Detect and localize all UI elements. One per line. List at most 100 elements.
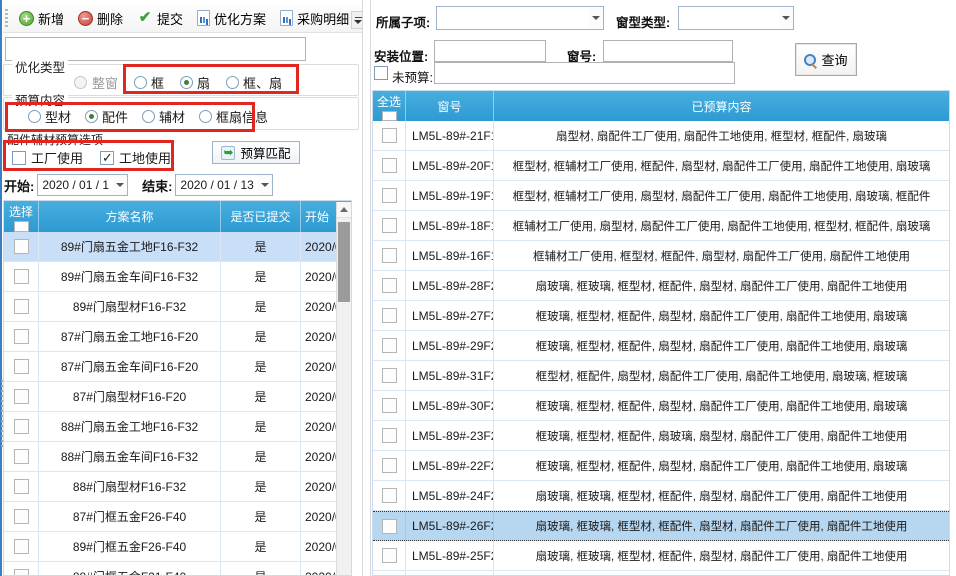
- row-checkbox[interactable]: [382, 458, 397, 473]
- row-checkbox[interactable]: [382, 428, 397, 443]
- plan-table-row[interactable]: 87#门框五金F26-F40 是 2020/0: [4, 502, 351, 532]
- scroll-up-button[interactable]: [337, 202, 351, 218]
- scrollbar-thumb[interactable]: [338, 222, 350, 302]
- row-checkbox[interactable]: [14, 569, 29, 576]
- end-date-label: 结束:: [142, 176, 172, 195]
- budget-match-button[interactable]: 预算匹配: [212, 141, 300, 164]
- window-no-input[interactable]: [603, 40, 733, 62]
- panel-divider[interactable]: [362, 0, 371, 576]
- row-checkbox[interactable]: [382, 278, 397, 293]
- row-select-cell: [4, 502, 39, 531]
- radio-frame-sash-info[interactable]: [199, 110, 212, 123]
- plan-table-row[interactable]: 88#门框五金F21-F40 是 2020/0: [4, 562, 351, 576]
- row-checkbox[interactable]: [14, 509, 29, 524]
- start-date-picker[interactable]: 2020 / 01 / 1: [37, 174, 128, 196]
- sub-item-dropdown-button[interactable]: [589, 8, 603, 28]
- not-budgeted-input[interactable]: [434, 62, 735, 84]
- submitted-column-header[interactable]: 是否已提交: [221, 201, 301, 232]
- window-table-row[interactable]: LM5L-89#-31F29 框型材, 框配件, 扇型材, 扇配件工厂使用, 扇…: [373, 361, 949, 391]
- window-table-row[interactable]: LM5L-89#-21F19 扇型材, 扇配件工厂使用, 扇配件工地使用, 框型…: [373, 121, 949, 151]
- window-table-row[interactable]: LM5L-89#-29F27 框玻璃, 框型材, 框配件, 扇型材, 扇配件工厂…: [373, 331, 949, 361]
- row-checkbox[interactable]: [14, 299, 29, 314]
- window-no-column-header[interactable]: 窗号: [406, 91, 494, 121]
- toolbar-grip[interactable]: [5, 9, 8, 28]
- row-checkbox[interactable]: [14, 269, 29, 284]
- plan-table-row[interactable]: 89#门框五金F26-F40 是 2020/0: [4, 532, 351, 562]
- window-table-row[interactable]: LM5L-89#-16F15 框辅材工厂使用, 框型材, 框配件, 扇型材, 扇…: [373, 241, 949, 271]
- window-table-row[interactable]: LM5L-89#-20F18 框型材, 框辅材工厂使用, 框配件, 扇型材, 扇…: [373, 151, 949, 181]
- window-type-dropdown-button[interactable]: [779, 8, 793, 28]
- end-date-dropdown-button[interactable]: [258, 175, 272, 195]
- query-button[interactable]: 查询: [795, 43, 857, 76]
- row-checkbox[interactable]: [382, 308, 397, 323]
- sub-item-dropdown[interactable]: [436, 6, 604, 30]
- row-checkbox[interactable]: [14, 359, 29, 374]
- budgeted-content-column-header[interactable]: 已预算内容: [494, 91, 949, 121]
- row-checkbox[interactable]: [382, 338, 397, 353]
- plan-table-row[interactable]: 89#门扇型材F16-F32 是 2020/0: [4, 292, 351, 322]
- select-all-checkbox[interactable]: [382, 111, 397, 121]
- row-checkbox[interactable]: [14, 419, 29, 434]
- plan-table-row[interactable]: 88#门扇型材F16-F32 是 2020/0: [4, 472, 351, 502]
- row-checkbox[interactable]: [382, 158, 397, 173]
- install-position-input[interactable]: [434, 40, 546, 62]
- end-date-picker[interactable]: 2020 / 01 / 13: [175, 174, 272, 196]
- row-checkbox[interactable]: [382, 188, 397, 203]
- plan-table-row[interactable]: 88#门扇五金工地F16-F32 是 2020/0: [4, 412, 351, 442]
- window-table-row[interactable]: LM5L-89#-30F28 框玻璃, 框型材, 框配件, 扇型材, 扇配件工厂…: [373, 391, 949, 421]
- row-checkbox[interactable]: [14, 539, 29, 554]
- window-table-row[interactable]: LM5L-89#-18F16 框辅材工厂使用, 扇型材, 扇配件工厂使用, 扇配…: [373, 211, 949, 241]
- plan-table-row[interactable]: 87#门扇型材F16-F20 是 2020/0: [4, 382, 351, 412]
- select-all-checkbox[interactable]: [14, 221, 29, 232]
- plan-name-cell: 89#门扇型材F16-F32: [39, 292, 221, 321]
- window-table-row[interactable]: LM5L-89#-19F17 框型材, 框辅材工厂使用, 扇型材, 扇配件工厂使…: [373, 181, 949, 211]
- window-table-row[interactable]: LM5L-89#-26F24 扇玻璃, 框玻璃, 框型材, 框配件, 扇型材, …: [373, 511, 949, 541]
- radio-frame-sash[interactable]: [226, 76, 239, 89]
- chevron-down-icon: [592, 16, 600, 20]
- plan-name-column-header[interactable]: 方案名称: [39, 201, 221, 232]
- factory-use-checkbox[interactable]: [12, 151, 26, 165]
- window-table-row[interactable]: LM5L-89#-25F23 扇玻璃, 框玻璃, 框型材, 框配件, 扇型材, …: [373, 541, 949, 571]
- add-button[interactable]: 新增: [13, 7, 70, 30]
- radio-accessory[interactable]: [85, 110, 98, 123]
- window-type-dropdown[interactable]: [678, 6, 794, 30]
- radio-frame[interactable]: [134, 76, 147, 89]
- row-checkbox[interactable]: [382, 398, 397, 413]
- start-date-dropdown-button[interactable]: [113, 175, 127, 195]
- plan-table-row[interactable]: 89#门扇五金工地F16-F32 是 2020/0: [4, 232, 351, 262]
- row-checkbox[interactable]: [382, 248, 397, 263]
- plan-table-row[interactable]: 87#门扇五金车间F16-F20 是 2020/0: [4, 352, 351, 382]
- row-checkbox[interactable]: [14, 329, 29, 344]
- site-use-checkbox[interactable]: [100, 151, 114, 165]
- row-checkbox[interactable]: [382, 488, 397, 503]
- plan-table-row[interactable]: 87#门扇五金工地F16-F20 是 2020/0: [4, 322, 351, 352]
- delete-button[interactable]: 删除: [72, 7, 129, 30]
- window-table-row[interactable]: LM5L-89#-23F21 框玻璃, 框型材, 框配件, 扇玻璃, 扇型材, …: [373, 421, 949, 451]
- window-table-row[interactable]: LM5L-89#-28F26 扇玻璃, 框玻璃, 框型材, 框配件, 扇型材, …: [373, 271, 949, 301]
- row-checkbox[interactable]: [382, 548, 397, 563]
- submitted-cell: 是: [221, 232, 301, 261]
- not-budgeted-checkbox[interactable]: [374, 66, 388, 80]
- window-table-row[interactable]: LM5L-89#-22F20 框玻璃, 框型材, 框配件, 扇型材, 扇配件工厂…: [373, 451, 949, 481]
- row-checkbox[interactable]: [14, 449, 29, 464]
- plan-table-row[interactable]: 89#门扇五金车间F16-F32 是 2020/0: [4, 262, 351, 292]
- row-checkbox[interactable]: [14, 479, 29, 494]
- row-checkbox[interactable]: [14, 239, 29, 254]
- plan-table-scrollbar[interactable]: [336, 202, 351, 576]
- plan-table-row[interactable]: 88#门扇五金车间F16-F32 是 2020/0: [4, 442, 351, 472]
- query-button-label: 查询: [821, 50, 847, 69]
- radio-profile[interactable]: [28, 110, 41, 123]
- row-checkbox[interactable]: [382, 368, 397, 383]
- row-checkbox[interactable]: [382, 218, 397, 233]
- submit-button[interactable]: 提交: [131, 7, 189, 30]
- window-table-row[interactable]: LM5L-89#-24F22 扇玻璃, 框玻璃, 框型材, 框配件, 扇型材, …: [373, 481, 949, 511]
- row-checkbox[interactable]: [14, 389, 29, 404]
- radio-auxiliary[interactable]: [142, 110, 155, 123]
- optimize-plan-button[interactable]: 优化方案: [191, 7, 272, 30]
- radio-whole-window[interactable]: [74, 76, 87, 89]
- add-button-label: 新增: [38, 9, 64, 28]
- window-table-row[interactable]: LM5L-89#-27F25 框玻璃, 框型材, 框配件, 扇型材, 扇配件工厂…: [373, 301, 949, 331]
- row-checkbox[interactable]: [382, 519, 397, 534]
- radio-sash[interactable]: [180, 76, 193, 89]
- row-checkbox[interactable]: [382, 128, 397, 143]
